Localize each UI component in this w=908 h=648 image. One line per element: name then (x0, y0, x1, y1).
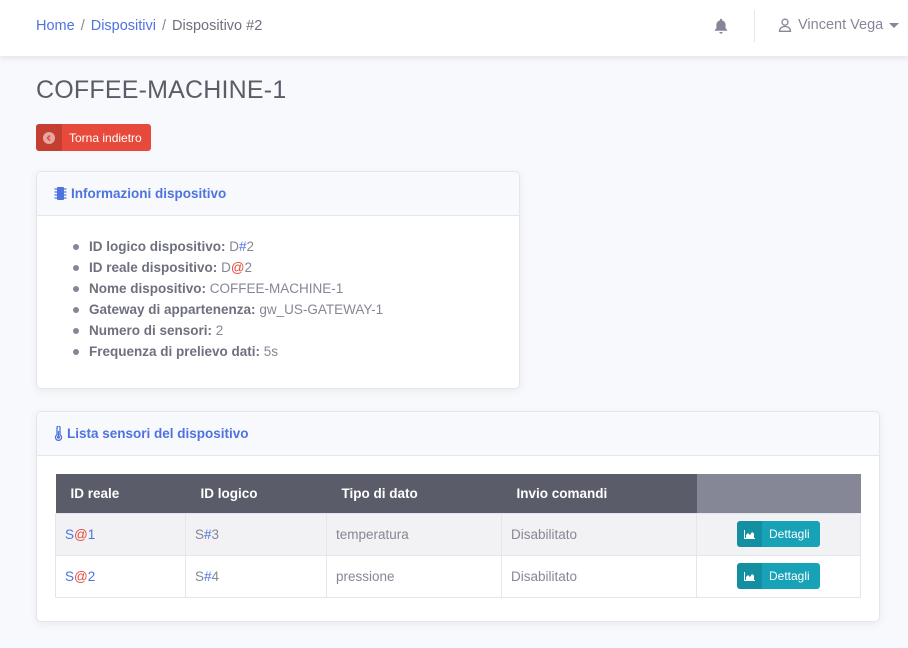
column-header (696, 474, 861, 513)
breadcrumb-devices-link[interactable]: Dispositivi (91, 18, 156, 34)
cell-actions: Dettagli (696, 512, 861, 556)
cell-logical-id: S#4 (185, 554, 327, 598)
user-name: Vincent Vega (798, 17, 884, 33)
list-item: Gateway di appartenenza: gw_US-GATEWAY-1 (71, 299, 519, 320)
cell-logical-id: S#3 (185, 512, 327, 556)
breadcrumb-separator: / (161, 18, 167, 34)
caret-down-icon (889, 22, 900, 28)
back-button-label: Torna indietro (69, 130, 142, 145)
device-info-title: Informazioni dispositivo (71, 186, 227, 201)
info-value: COFFEE-MACHINE-1 (209, 281, 344, 296)
cell-data-type: temperatura (326, 512, 502, 556)
thermometer-icon (54, 426, 63, 441)
list-item: ID reale dispositivo: D@2 (71, 257, 519, 278)
table-header-row: ID reale ID logico Tipo di dato Invio co… (55, 474, 861, 513)
details-button[interactable]: Dettagli (737, 521, 820, 547)
user-icon (778, 18, 792, 32)
device-info-card: Informazioni dispositivo ID logico dispo… (36, 171, 520, 389)
column-header[interactable]: Invio comandi (501, 474, 697, 513)
sensors-title: Lista sensori del dispositivo (67, 426, 249, 441)
back-button[interactable]: Torna indietro (36, 124, 151, 151)
area-chart-icon (737, 521, 762, 547)
device-info-card-header: Informazioni dispositivo (37, 172, 519, 216)
breadcrumb-separator: / (80, 18, 85, 34)
cell-actions: Dettagli (696, 554, 861, 598)
device-info-list: ID logico dispositivo: D#2 ID reale disp… (37, 216, 519, 362)
column-header[interactable]: ID logico (185, 474, 327, 513)
info-label: Nome dispositivo: (89, 281, 207, 296)
topbar: Home / Dispositivi / Dispositivo #2 Vincent … (0, 0, 908, 56)
arrow-circle-left-icon (36, 124, 62, 151)
cell-commands: Disabilitato (501, 512, 697, 556)
info-label: Frequenza di prelievo dati: (89, 344, 261, 359)
user-menu[interactable]: Vincent Vega (778, 17, 900, 33)
breadcrumb-current: Dispositivo #2 (172, 18, 263, 34)
info-label: Gateway di appartenenza: (89, 302, 256, 317)
list-item: ID logico dispositivo: D#2 (71, 236, 519, 257)
sensors-table: ID reale ID logico Tipo di dato Invio co… (55, 474, 861, 598)
microchip-icon (54, 186, 67, 201)
list-item: Frequenza di prelievo dati: 5s (71, 341, 519, 362)
details-button-label: Dettagli (769, 569, 810, 583)
info-label: Numero di sensori: (89, 323, 213, 338)
sensors-card-header: Lista sensori del dispositivo (37, 412, 879, 456)
column-header[interactable]: ID reale (55, 474, 186, 513)
info-value: D@2 (221, 260, 253, 275)
list-item: Numero di sensori: 2 (71, 320, 519, 341)
cell-real-id: S@2 (55, 554, 186, 598)
cell-real-id: S@1 (55, 512, 186, 556)
info-value: gw_US-GATEWAY-1 (259, 302, 384, 317)
table-row: S@1 S#3 temperatura Disabilitato Dettagl… (55, 512, 861, 556)
info-value: 5s (263, 344, 279, 359)
details-button-label: Dettagli (769, 527, 810, 541)
info-label: ID logico dispositivo: (89, 239, 226, 254)
area-chart-icon (737, 563, 762, 589)
topbar-divider (754, 10, 755, 42)
breadcrumb-home-link[interactable]: Home (36, 18, 75, 34)
breadcrumb: Home / Dispositivi / Dispositivo #2 (36, 17, 262, 35)
cell-data-type: pressione (326, 554, 502, 598)
info-label: ID reale dispositivo: (89, 260, 218, 275)
column-header[interactable]: Tipo di dato (326, 474, 502, 513)
info-value: D#2 (229, 239, 255, 254)
bell-icon[interactable] (714, 18, 728, 34)
page-title: COFFEE-MACHINE-1 (36, 76, 287, 104)
details-button[interactable]: Dettagli (737, 563, 820, 589)
info-value: 2 (215, 323, 224, 338)
table-row: S@2 S#4 pressione Disabilitato Dettagli (55, 554, 861, 598)
list-item: Nome dispositivo: COFFEE-MACHINE-1 (71, 278, 519, 299)
sensors-card: Lista sensori del dispositivo ID reale I… (36, 411, 880, 622)
cell-commands: Disabilitato (501, 554, 697, 598)
